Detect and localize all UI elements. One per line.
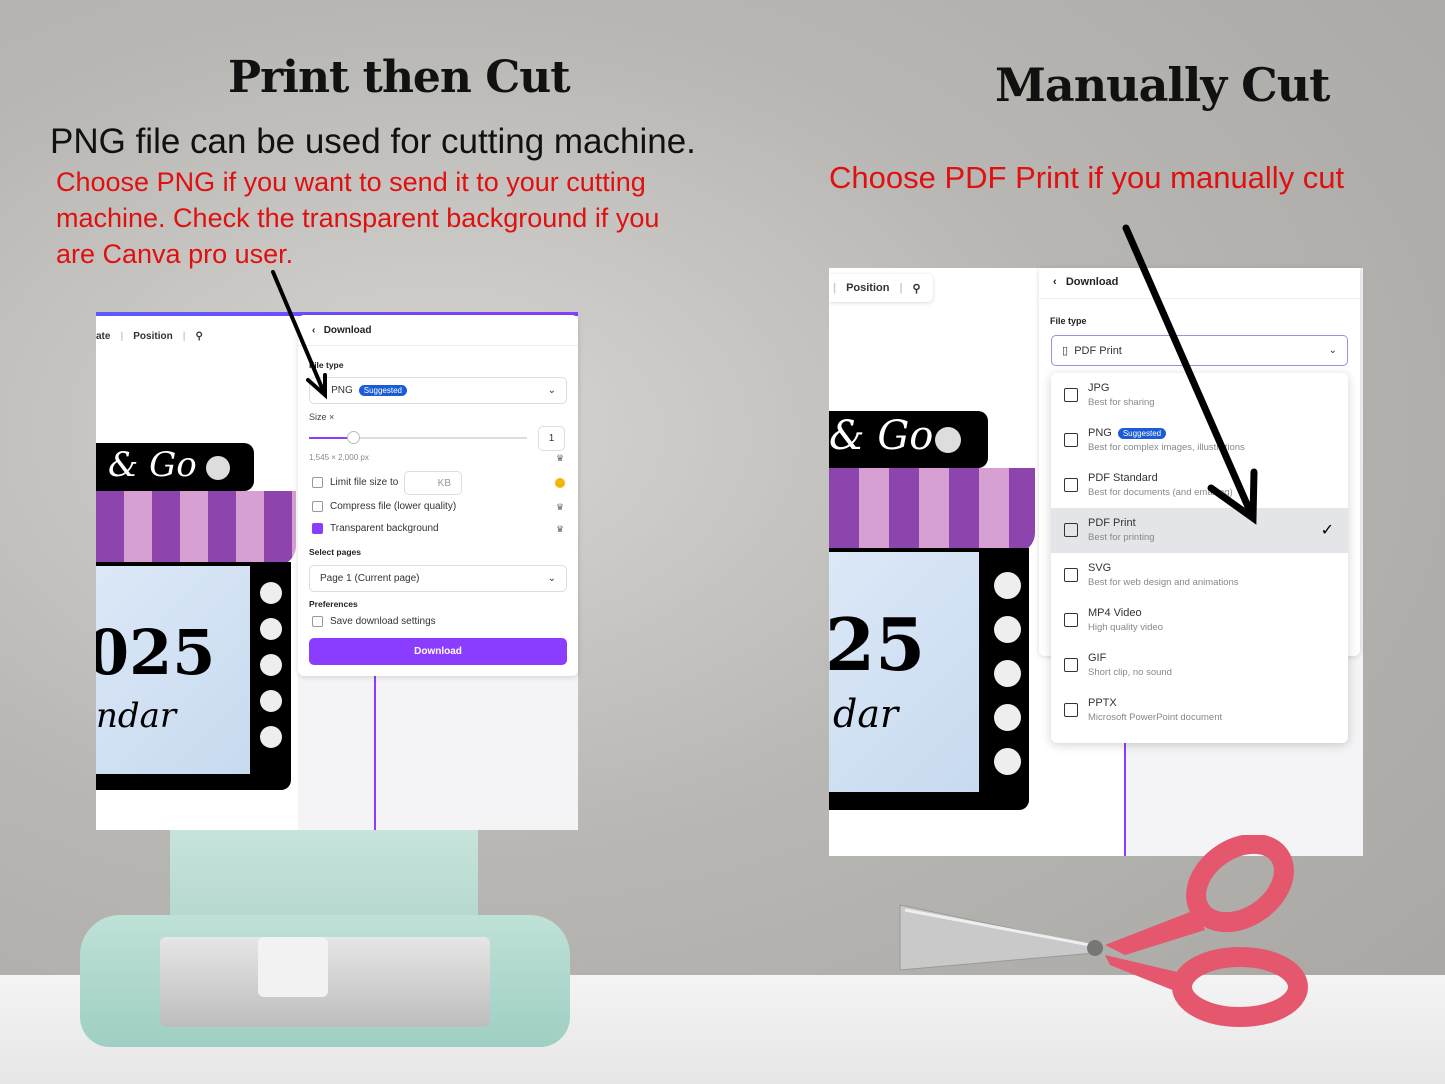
right-arrow — [1122, 224, 1258, 525]
cricut-lid — [170, 830, 478, 920]
left-arrow — [271, 270, 327, 400]
scissors-image — [899, 835, 1308, 1027]
cricut-machine-image — [80, 915, 570, 1047]
